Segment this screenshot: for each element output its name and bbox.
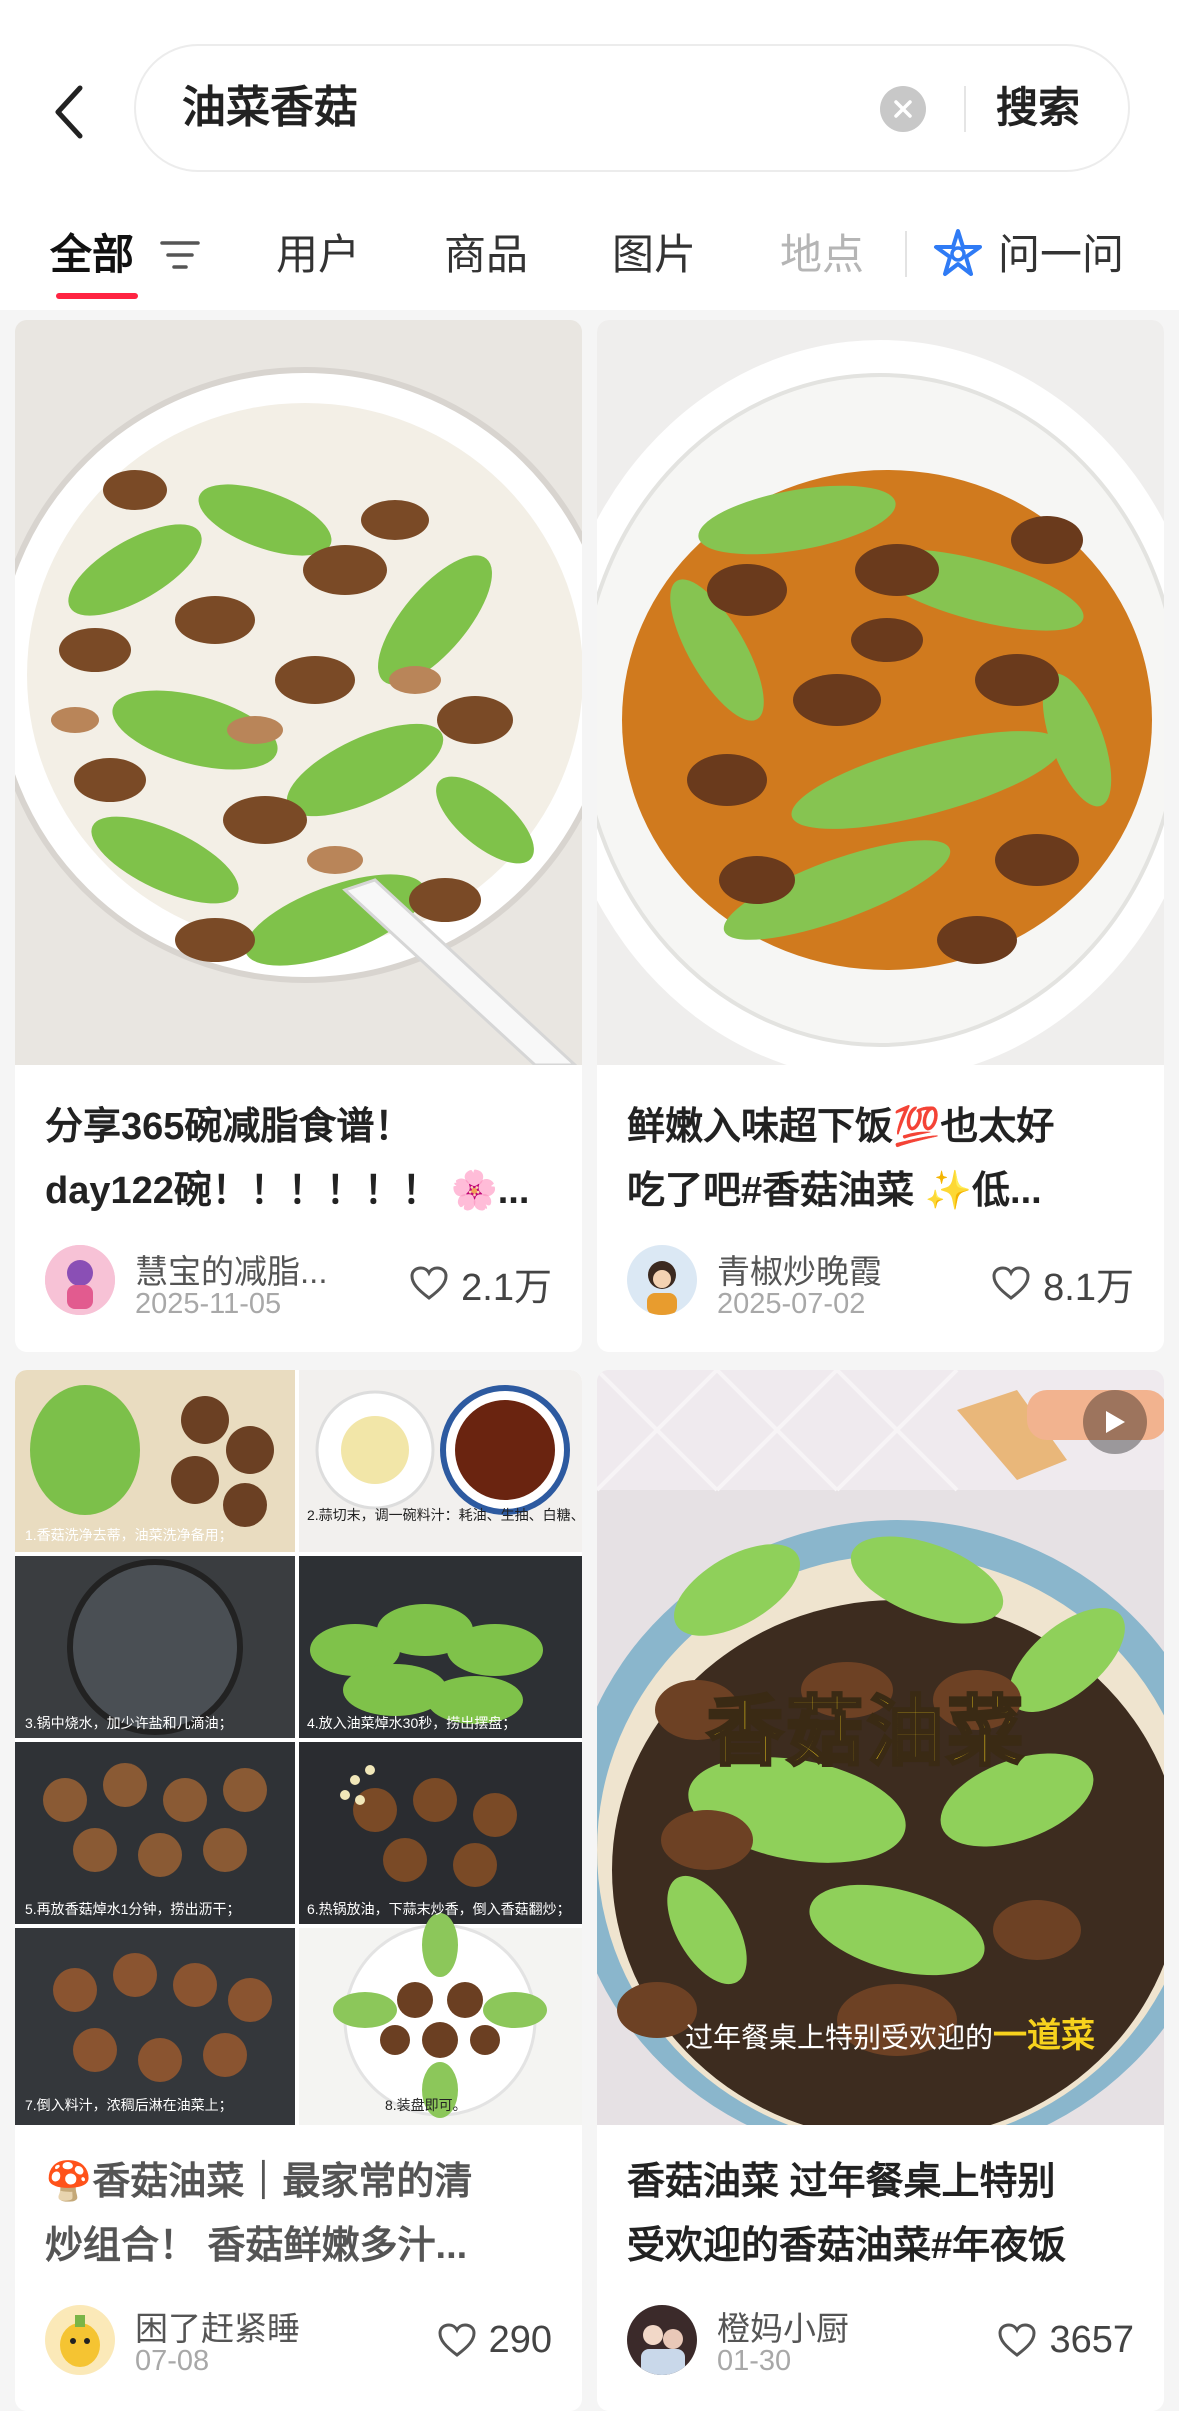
close-icon: [894, 100, 912, 118]
note-title: 香菇油菜 过年餐桌上特别 受欢迎的香菇油菜#年夜饭: [627, 2150, 1137, 2280]
tab-users[interactable]: 用户: [276, 215, 360, 295]
note-title-line: 受欢迎的香菇油菜#年夜饭: [627, 2225, 1067, 2267]
step-caption: 7.倒入料汁，浓稠后淋在油菜上；: [25, 2097, 233, 2114]
avatar[interactable]: [45, 2305, 115, 2375]
heart-icon: [438, 2323, 476, 2357]
step-caption: 8.装盘即可。: [385, 2097, 467, 2113]
step-caption: 4.放入油菜焯水30秒，捞出摆盘；: [307, 1715, 516, 1732]
like-button[interactable]: 2.1万: [409, 1258, 552, 1309]
step-caption: 3.锅中烧水，加少许盐和几滴油；: [25, 1715, 233, 1732]
note-title-line: 分享365碗减脂食谱！: [45, 1106, 413, 1148]
note-title-line: 香菇油菜 过年餐桌上特别: [627, 2161, 1056, 2203]
heart-icon: [410, 1266, 448, 1300]
note-card[interactable]: 1.香菇洗净去蒂，油菜洗净备用； 2.蒜切末，调一碗料汁：耗油、生抽、白糖、淀粉…: [15, 1370, 582, 2411]
like-count: 8.1万: [1043, 1266, 1134, 1309]
avatar-image: [627, 2305, 697, 2375]
note-card[interactable]: 分享365碗减脂食谱！ day122碗！！！！！！ 🌸... 慧宝的减脂... …: [15, 320, 582, 1352]
search-input[interactable]: 油菜香菇 搜索: [134, 44, 1130, 172]
note-date: 2025-11-05: [135, 1288, 282, 1320]
like-button[interactable]: 3657: [997, 2315, 1134, 2365]
chevron-left-icon: [55, 85, 83, 139]
tab-ask[interactable]: 问一问: [998, 215, 1124, 295]
note-title-line: 炒组合！ 香菇鲜嫩多汁...: [45, 2225, 468, 2267]
like-count: 290: [488, 2318, 552, 2361]
note-title-line: day122碗！！！！！！ 🌸...: [45, 1170, 530, 1212]
like-count: 2.1万: [461, 1266, 552, 1309]
note-cover-image: [597, 320, 1164, 1065]
step-caption: 2.蒜切末，调一碗料汁：耗油、生抽、白糖、淀粉和少许清水拌匀；: [307, 1507, 582, 1524]
note-cover-image: 1.香菇洗净去蒂，油菜洗净备用； 2.蒜切末，调一碗料汁：耗油、生抽、白糖、淀粉…: [15, 1370, 582, 2125]
step-caption: 1.香菇洗净去蒂，油菜洗净备用；: [25, 1527, 233, 1544]
tab-all[interactable]: 全部: [50, 215, 134, 295]
avatar[interactable]: [627, 1245, 697, 1315]
video-subtitle-text: 过年餐桌上特别受欢迎的: [685, 2022, 994, 2053]
like-button[interactable]: 290: [437, 2315, 552, 2365]
avatar-image: [627, 1245, 697, 1315]
author-name[interactable]: 困了赶紧睡: [135, 2302, 300, 2350]
active-tab-indicator: [56, 293, 138, 299]
note-date: 2025-07-02: [717, 1288, 866, 1320]
author-name[interactable]: 慧宝的减脂...: [135, 1245, 328, 1293]
video-overlay-title: 香菇油菜: [706, 1689, 1027, 1777]
header: 油菜香菇 搜索 全部 用户 商品 图片 地点 问一问: [0, 0, 1179, 310]
note-card[interactable]: 香菇油菜 过年餐桌上特别受欢迎的一道菜 香菇油菜 过年餐桌上特别 受欢迎的香菇油…: [597, 1370, 1164, 2411]
step-caption: 5.再放香菇焯水1分钟，捞出沥干；: [25, 1901, 240, 1918]
note-title-line: 鲜嫩入味超下饭💯也太好: [627, 1106, 1055, 1148]
note-title-line: 🍄香菇油菜｜最家常的清: [45, 2161, 473, 2203]
back-button[interactable]: [40, 72, 100, 152]
search-button[interactable]: 搜索: [996, 46, 1080, 170]
note-title: 分享365碗减脂食谱！ day122碗！！！！！！ 🌸...: [45, 1095, 555, 1225]
tab-images[interactable]: 图片: [612, 215, 696, 295]
filter-icon[interactable]: [158, 235, 202, 275]
heart-icon: [992, 1266, 1030, 1300]
step-caption: 6.热锅放油，下蒜末炒香，倒入香菇翻炒；: [307, 1901, 571, 1918]
tab-divider: [905, 231, 907, 277]
ask-star-icon[interactable]: [930, 227, 986, 283]
author-name[interactable]: 橙妈小厨: [717, 2302, 849, 2350]
avatar[interactable]: [627, 2305, 697, 2375]
recipe-steps-collage: 1.香菇洗净去蒂，油菜洗净备用； 2.蒜切末，调一碗料汁：耗油、生抽、白糖、淀粉…: [15, 1370, 582, 2125]
note-cover-image: [15, 320, 582, 1065]
note-title: 🍄香菇油菜｜最家常的清 炒组合！ 香菇鲜嫩多汁...: [45, 2150, 555, 2280]
note-cover-image: 香菇油菜 过年餐桌上特别受欢迎的一道菜: [597, 1370, 1164, 2125]
video-subtitle: 过年餐桌上特别受欢迎的一道菜: [685, 2008, 1095, 2057]
note-title-line: 吃了吧#香菇油菜 ✨低...: [627, 1170, 1042, 1212]
search-divider: [964, 86, 966, 132]
like-count: 3657: [1049, 2318, 1134, 2361]
avatar[interactable]: [45, 1245, 115, 1315]
note-title: 鲜嫩入味超下饭💯也太好 吃了吧#香菇油菜 ✨低...: [627, 1095, 1137, 1225]
bokchoy-mushroom-sauce-photo: [597, 320, 1164, 1065]
avatar-image: [45, 1245, 115, 1315]
avatar-image: [45, 2305, 115, 2375]
note-date: 07-08: [135, 2345, 210, 2377]
tab-bar: 全部 用户 商品 图片 地点 问一问: [0, 215, 1179, 299]
heart-icon: [998, 2323, 1036, 2357]
stir-fry-bokchoy-mushroom-photo: [15, 320, 582, 1065]
play-icon: [1106, 1411, 1125, 1433]
play-button[interactable]: [1083, 1390, 1147, 1454]
tab-places[interactable]: 地点: [780, 215, 864, 295]
tab-products[interactable]: 商品: [444, 215, 528, 295]
author-name[interactable]: 青椒炒晚霞: [717, 1245, 882, 1293]
clear-search-button[interactable]: [880, 86, 926, 132]
like-button[interactable]: 8.1万: [991, 1258, 1134, 1309]
video-subtitle-highlight: 一道菜: [993, 2017, 1096, 2055]
search-query-text: 油菜香菇: [182, 83, 358, 132]
note-card[interactable]: 鲜嫩入味超下饭💯也太好 吃了吧#香菇油菜 ✨低... 青椒炒晚霞 2025-07…: [597, 320, 1164, 1352]
search-results-page: 油菜香菇 搜索 全部 用户 商品 图片 地点 问一问 分享365碗减脂食谱！ d…: [0, 0, 1179, 2411]
note-date: 01-30: [717, 2345, 792, 2377]
